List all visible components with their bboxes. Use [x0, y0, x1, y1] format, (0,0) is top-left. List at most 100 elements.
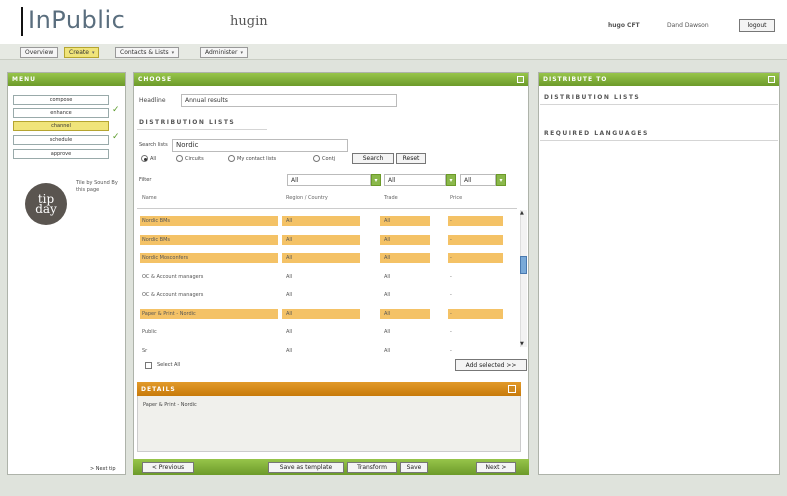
chevron-down-icon[interactable]: ▾ [496, 174, 506, 186]
tab-overview[interactable]: Overview [20, 47, 59, 58]
cell-region: All [286, 273, 293, 280]
cell-price: - [450, 218, 452, 224]
panel-toggle-icon[interactable] [768, 76, 775, 83]
menu-panel: MENU [7, 72, 126, 475]
table-row[interactable]: Nordic BMs All All - [137, 233, 517, 247]
table-row[interactable]: Public All All - [137, 325, 517, 339]
row-highlight [448, 308, 503, 319]
table-row[interactable]: Nordic Mosconfers All All - [137, 251, 517, 265]
cell-name: Nordic Mosconfers [142, 255, 189, 261]
cell-region: All [286, 218, 293, 224]
transform-button[interactable]: Transform [347, 462, 397, 473]
scroll-up-icon[interactable]: ▲ [520, 210, 524, 216]
cell-name: Nordic BMs [142, 236, 171, 243]
inpublic-logo: InPublic [28, 6, 126, 34]
cell-name: OC & Account managers [142, 273, 204, 280]
user-name: Dand Dawson [667, 22, 709, 29]
reset-button[interactable]: Reset [396, 153, 426, 164]
menu-compose-button[interactable]: compose [13, 95, 109, 105]
divider [540, 104, 778, 105]
next-tip-link[interactable]: > Next tip [90, 466, 116, 472]
add-selected-button[interactable]: Add selected >> [455, 359, 527, 371]
menu-channel-button[interactable]: channel [13, 121, 109, 131]
filter-label: Filter [139, 177, 152, 183]
table-row[interactable]: Sr All All - [137, 344, 517, 352]
cell-trade: All [384, 347, 391, 352]
row-highlight [448, 253, 503, 263]
cell-name: OC & Account managers [142, 292, 204, 298]
tab-administer[interactable]: Administer ▾ [200, 47, 248, 58]
column-region: Region / Country [286, 195, 328, 201]
search-input[interactable]: Nordic [172, 139, 348, 152]
logout-button[interactable]: logout [739, 19, 775, 32]
chevron-down-icon: ▾ [240, 49, 243, 56]
menu-header: MENU [8, 73, 125, 86]
previous-button[interactable]: < Previous [142, 462, 194, 473]
header-divider [137, 208, 517, 209]
cell-price: - [450, 329, 452, 335]
distribute-header: DISTRIBUTE TO [539, 73, 779, 86]
cell-region: All [286, 236, 293, 243]
search-button[interactable]: Search [352, 153, 394, 164]
radio-off-icon [176, 155, 183, 162]
save-button[interactable]: Save [400, 462, 428, 473]
cell-price: - [450, 236, 452, 243]
cell-trade: All [384, 329, 391, 335]
column-trade: Trade [384, 195, 398, 201]
divider [540, 140, 778, 141]
radio-my-contact-lists[interactable]: My contact lists [228, 155, 276, 162]
search-lists-label: Search lists [139, 142, 168, 148]
save-as-template-button[interactable]: Save as template [268, 462, 344, 473]
next-button[interactable]: Next > [476, 462, 516, 473]
radio-on-icon [141, 155, 148, 162]
cell-region: All [286, 310, 293, 317]
details-toggle-icon[interactable] [508, 385, 516, 393]
cell-trade: All [384, 236, 391, 243]
radio-all[interactable]: All [141, 155, 156, 162]
chevron-down-icon[interactable]: ▾ [446, 174, 456, 186]
table-row[interactable]: Nordic BMs All All - [137, 214, 517, 228]
logo-bar [21, 7, 23, 36]
tab-contacts-lists[interactable]: Contacts & Lists ▾ [115, 47, 180, 58]
divider [137, 129, 267, 130]
filter-trade-select[interactable]: All [384, 174, 446, 186]
cell-trade: All [384, 292, 391, 298]
row-highlight [282, 308, 360, 319]
row-highlight [282, 253, 360, 263]
tab-create[interactable]: Create ▾ [64, 47, 100, 58]
table-row[interactable]: OC & Account managers All All - [137, 270, 517, 284]
filter-region-select[interactable]: All [287, 174, 371, 186]
menu-enhance-button[interactable]: enhance [13, 108, 109, 118]
table-row[interactable]: Paper & Print - Nordic All All - [137, 307, 517, 321]
cell-region: All [286, 292, 293, 298]
check-icon: ✓ [112, 132, 120, 142]
scroll-down-icon[interactable]: ▼ [520, 341, 524, 347]
panel-toggle-icon[interactable] [517, 76, 524, 83]
scrollbar[interactable] [520, 210, 527, 347]
cell-price: - [450, 292, 452, 298]
select-all-label: Select All [157, 362, 181, 368]
menu-schedule-button[interactable]: schedule [13, 135, 109, 145]
scrollbar-thumb[interactable] [520, 256, 527, 274]
select-all-checkbox[interactable] [145, 362, 152, 369]
hugin-logo: hugin [230, 14, 268, 29]
tip-of-the-day-badge: tip day [25, 183, 67, 225]
filter-price-select[interactable]: All [460, 174, 496, 186]
table-row[interactable]: OC & Account managers All All - [137, 288, 517, 302]
cell-trade: All [384, 273, 391, 280]
row-highlight [282, 216, 360, 226]
chevron-down-icon: ▾ [171, 49, 175, 56]
radio-contj[interactable]: Contj [313, 155, 335, 162]
radio-circuits[interactable]: Circuits [176, 155, 204, 162]
headline-input[interactable]: Annual results [181, 94, 397, 107]
cell-trade: All [384, 255, 391, 261]
company-name: hugo CFT [608, 22, 640, 29]
menu-approve-button[interactable]: approve [13, 149, 109, 159]
distribution-lists-title: DISTRIBUTION LISTS [139, 119, 236, 126]
chevron-down-icon[interactable]: ▾ [371, 174, 381, 186]
cell-name: Nordic BMs [142, 218, 171, 224]
cell-price: - [450, 347, 452, 352]
radio-off-icon [313, 155, 320, 162]
distribution-lists-label: DISTRIBUTION LISTS [544, 94, 641, 101]
row-highlight [448, 216, 503, 226]
